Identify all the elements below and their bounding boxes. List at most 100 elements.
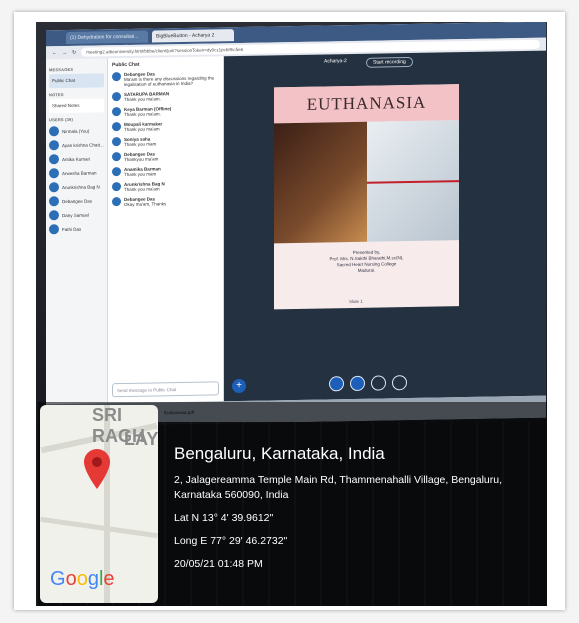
chat-title: Public Chat <box>112 61 140 69</box>
back-icon[interactable]: ← <box>52 50 57 56</box>
user-name: Arwesha Barman <box>62 169 97 176</box>
user-item[interactable]: Arunkrishna Bag N <box>49 181 104 193</box>
forward-icon[interactable]: → <box>62 49 67 55</box>
location-latitude: Lat N 13° 4' 39.9612" <box>174 512 274 524</box>
public-chat-button[interactable]: Public Chat <box>49 73 104 89</box>
user-name: Dany Samuel <box>62 212 90 218</box>
user-name: Arunkrishna Bag N <box>62 183 100 190</box>
location-info: Bengaluru, Karnataka, India 2, Jalagerea… <box>174 444 544 580</box>
map-road <box>40 516 158 539</box>
message-text: Thankyou ma'am <box>124 156 159 163</box>
browser-tab[interactable]: (1) Dehydration for consultati... <box>66 30 148 45</box>
chat-message: Moupali karmakar Thank you ma'am <box>112 120 219 132</box>
users-heading: USERS (39) <box>49 116 74 123</box>
google-logo: Google <box>50 568 115 591</box>
message-text: Thank you ma'am <box>124 126 160 133</box>
slide-header: EUTHANASIA <box>274 84 459 124</box>
browser-tab-active[interactable]: BigBlueButton - Acharya 2 <box>152 29 234 43</box>
phone-icon[interactable] <box>350 375 365 392</box>
slide-credit: Presented by, Prof. Mrs. N.Sakthi Bharat… <box>329 249 404 273</box>
message-text: Thank you mam <box>124 171 157 178</box>
slide-nav[interactable]: Slide 1 <box>349 299 363 304</box>
avatar <box>49 224 59 235</box>
slide-image-ekg <box>366 120 459 242</box>
message-text: Thank you ma'am. <box>124 96 161 103</box>
chat-message: Soniya saha Thank you mam <box>112 135 219 147</box>
avatar <box>112 197 121 207</box>
user-item[interactable]: Ayan krishna Chatt... <box>49 139 104 151</box>
map-label: LAY <box>124 429 158 449</box>
chat-message: Keya Barman (Offline) Thank you ma'am. <box>112 105 219 117</box>
chat-message: SATARUPA BARMAN Thank you ma'am. <box>112 90 219 102</box>
message-text: Okay ma'am, Thanks <box>124 201 167 208</box>
avatar <box>112 167 121 177</box>
bbb-app: MESSAGES Public Chat NOTES Shared Notes … <box>46 50 546 405</box>
start-recording-button[interactable]: Start recording <box>366 56 413 68</box>
chat-panel: Public Chat Debangee Das Ma'am is there a… <box>108 56 224 404</box>
location-city: Bengaluru, Karnataka, India <box>174 444 385 463</box>
shared-notes-button[interactable]: Shared Notes <box>49 98 104 114</box>
user-item[interactable]: Nirmala (You) <box>49 125 104 137</box>
location-longitude: Long E 77° 29' 46.2732" <box>174 535 288 547</box>
chat-message: Arunkrishna Bag N Thank you ma'am <box>112 180 219 192</box>
bbb-sidebar: MESSAGES Public Chat NOTES Shared Notes … <box>46 58 108 405</box>
avatar <box>49 210 59 221</box>
notes-heading: NOTES <box>49 92 64 98</box>
user-item[interactable]: Antika Kumari <box>49 153 104 165</box>
google-letter: G <box>50 568 66 590</box>
google-letter: e <box>103 568 115 590</box>
location-datetime: 20/05/21 01:48 PM <box>174 558 263 570</box>
avatar <box>49 154 59 165</box>
avatar <box>49 196 59 207</box>
messages-heading: MESSAGES <box>49 66 74 73</box>
user-name: Nirmala (You) <box>62 128 90 134</box>
user-name: Antika Kumari <box>62 156 91 162</box>
microphone-icon[interactable] <box>329 376 344 392</box>
laptop-screen: (1) Dehydration for consultati... BigBlu… <box>46 22 546 427</box>
message-text: Thank you ma'am. <box>124 111 161 118</box>
screen-share-icon[interactable] <box>392 375 407 391</box>
map-pin-icon <box>84 449 110 489</box>
presentation-stage: Acharya-2 Start recording EUTHANASIA Pre… <box>224 50 546 402</box>
user-item[interactable]: Fathi Das <box>49 223 104 235</box>
avatar <box>112 182 121 192</box>
user-item[interactable]: Dany Samuel <box>49 209 104 221</box>
user-item[interactable]: Debangee Das <box>49 195 104 207</box>
google-letter: g <box>87 568 99 590</box>
avatar <box>112 92 121 102</box>
avatar <box>49 140 59 151</box>
user-name: Ayan krishna Chatt... <box>62 141 104 148</box>
avatar <box>49 126 59 137</box>
slide-images <box>274 120 459 244</box>
google-letter: o <box>65 568 77 590</box>
avatar <box>112 72 121 82</box>
google-letter: o <box>76 568 88 590</box>
avatar <box>49 182 59 193</box>
chat-message: Anamika Barman Thank you mam <box>112 165 219 177</box>
message-text: Thank you ma'am <box>124 186 160 193</box>
media-controls <box>329 375 407 392</box>
chat-message: Debangee Das Thankyou ma'am <box>112 150 219 162</box>
meeting-title: Acharya-2 <box>324 58 347 65</box>
chat-message: Debangee Das Ma'am is there any discussio… <box>112 70 219 87</box>
add-icon[interactable]: + <box>232 378 246 394</box>
message-text: Ma'am is there any discussions regarding… <box>124 75 215 88</box>
slide: EUTHANASIA Presented by, Prof. Mrs. N.Sa… <box>274 84 459 310</box>
reload-icon[interactable]: ↻ <box>72 49 76 55</box>
location-address: 2, Jalagereamma Temple Main Rd, Thammena… <box>174 474 503 501</box>
ekg-line <box>366 180 459 184</box>
avatar <box>112 152 121 162</box>
user-name: Fathi Das <box>62 226 82 232</box>
camera-icon[interactable] <box>371 375 386 391</box>
map-thumbnail: SRI RAGH LAY Google <box>40 405 158 603</box>
avatar <box>112 137 121 147</box>
user-name: Debangee Das <box>62 198 93 204</box>
user-item[interactable]: Arwesha Barman <box>49 167 104 179</box>
chat-placeholder: Send message to Public Chat <box>117 387 177 394</box>
chat-input[interactable]: Send message to Public Chat <box>112 381 219 398</box>
message-text: Thank you mam <box>124 141 157 148</box>
avatar <box>49 168 59 179</box>
slide-title: EUTHANASIA <box>306 92 427 114</box>
avatar <box>112 122 121 132</box>
location-overlay: SRI RAGH LAY Google Bengaluru, Karnataka… <box>38 402 547 606</box>
